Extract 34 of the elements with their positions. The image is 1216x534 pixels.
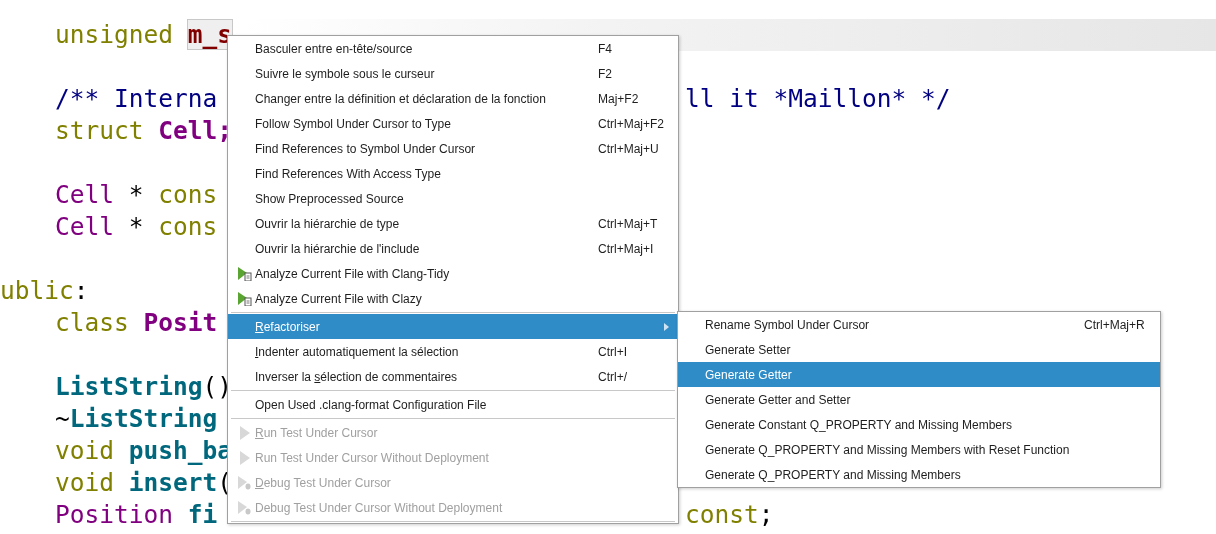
menu-item[interactable]: Find References With Access Type: [228, 161, 678, 186]
code-line: class Posit: [55, 308, 218, 337]
menu-item[interactable]: Generate Getter: [678, 362, 1160, 387]
menu-item[interactable]: Rename Symbol Under Cursor Ctrl+Maj+R: [678, 312, 1160, 337]
menu-item[interactable]: Open Used .clang-format Configuration File: [228, 392, 678, 417]
menu-item[interactable]: Indenter automatiquement la sélection Ctrl+I: [228, 339, 678, 364]
menu-item[interactable]: Changer entre la définition et déclaration de la fonction Maj+F2: [228, 86, 678, 111]
menu-item[interactable]: Ouvrir la hiérarchie de type Ctrl+Maj+T: [228, 211, 678, 236]
menu-item[interactable]: Analyze Current File with Clazy: [228, 286, 678, 311]
menu-item[interactable]: Generate Q_PROPERTY and Missing Members: [678, 462, 1160, 487]
menu-item[interactable]: Analyze Current File with Clang-Tidy: [228, 261, 678, 286]
menu-item[interactable]: Generate Q_PROPERTY and Missing Members with Reset Function: [678, 437, 1160, 462]
play-icon: [238, 450, 251, 465]
code-line: ublic:: [0, 276, 89, 305]
menu-item[interactable]: Ouvrir la hiérarchie de l'include Ctrl+Maj+I: [228, 236, 678, 261]
menu-item[interactable]: Show Preprocessed Source: [228, 186, 678, 211]
menu-item[interactable]: Suivre le symbole sous le curseur F2: [228, 61, 678, 86]
play-document-icon: [237, 266, 252, 281]
menu-item[interactable]: Refactoriser: [228, 314, 678, 339]
code-line: Cell * cons: [55, 180, 218, 209]
code-line: Cell * cons: [55, 212, 218, 241]
play-icon: [238, 425, 251, 440]
play-bug-icon: [237, 500, 252, 515]
code-line: Position fi: [55, 500, 218, 529]
play-document-icon: [237, 291, 252, 306]
menu-item[interactable]: Generate Setter: [678, 337, 1160, 362]
code-line: ~ListString: [55, 404, 218, 433]
code-line: /** Interna: [55, 84, 218, 113]
menu-item[interactable]: Basculer entre en-tête/source F4: [228, 36, 678, 61]
play-bug-icon: [237, 475, 252, 490]
code-line: ll it *Maillon* */: [685, 83, 951, 115]
menu-item[interactable]: Generate Constant Q_PROPERTY and Missing Members: [678, 412, 1160, 437]
menu-item[interactable]: Generate Getter and Setter: [678, 387, 1160, 412]
code-line: const;: [685, 499, 774, 531]
